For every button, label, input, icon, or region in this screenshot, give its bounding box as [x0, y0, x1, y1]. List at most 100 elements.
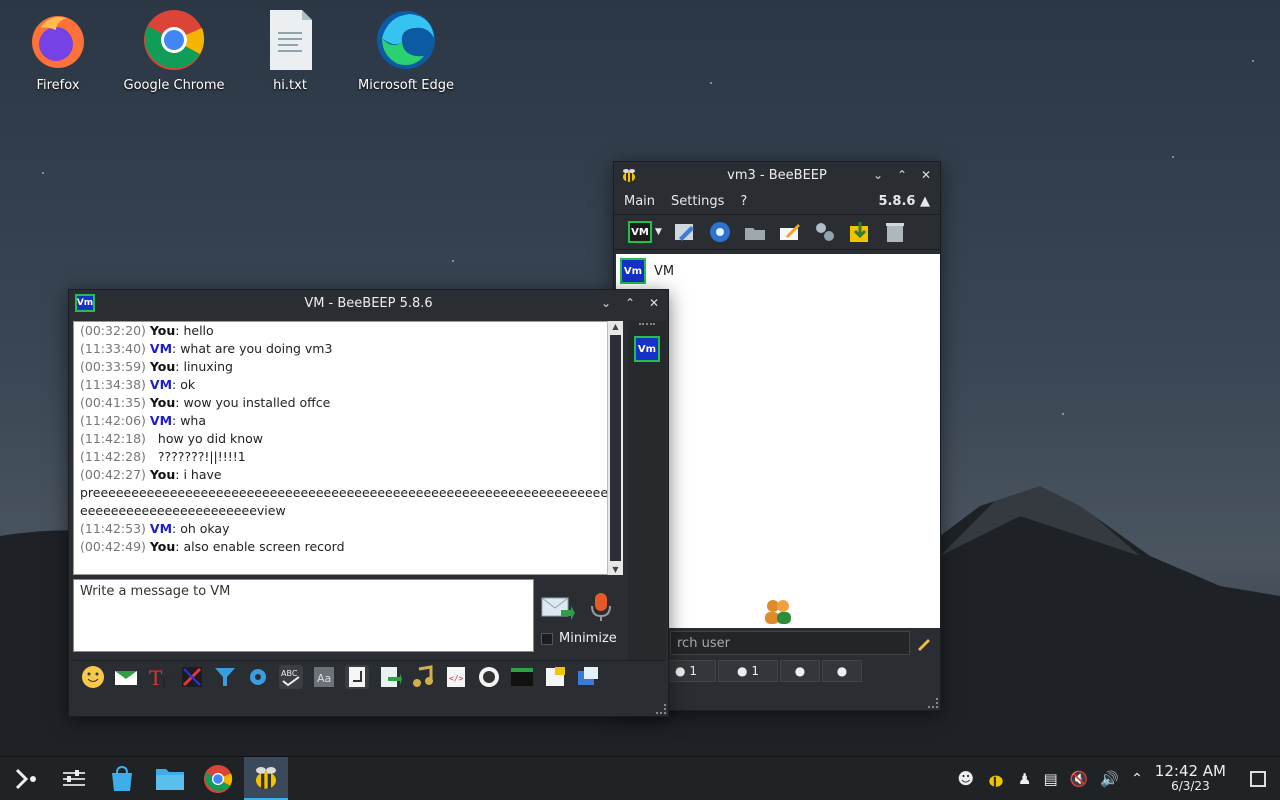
- message-sender: You: [149, 323, 176, 338]
- message-text: : hello: [175, 323, 214, 338]
- filter-icon[interactable]: [213, 665, 237, 689]
- desktop-icon-chrome[interactable]: Google Chrome: [116, 8, 232, 93]
- microphone-icon[interactable]: [589, 592, 613, 622]
- desktop-icon-label: Microsoft Edge: [357, 78, 454, 93]
- chat-message: (00:42:49) You: also enable screen recor…: [80, 538, 616, 556]
- minimize-option[interactable]: Minimize: [541, 631, 617, 646]
- menu-help[interactable]: ?: [740, 194, 747, 209]
- svg-text:T: T: [159, 675, 169, 689]
- notes-icon[interactable]: [543, 665, 567, 689]
- tab-chats[interactable]: ● 1: [718, 660, 778, 682]
- spellcheck-icon[interactable]: ABC: [279, 664, 303, 689]
- detach-chat-icon[interactable]: [576, 665, 600, 689]
- chat-message: (11:42:06) VM: wha: [80, 412, 616, 430]
- tab-shares[interactable]: ●: [822, 660, 862, 682]
- message-sender: VM: [149, 521, 173, 536]
- message-text: : oh okay: [172, 521, 230, 536]
- message-sender: You: [149, 359, 176, 374]
- member-avatar[interactable]: Vm: [634, 336, 660, 362]
- user-icon[interactable]: ☻: [957, 769, 974, 788]
- desktop-icon-firefox[interactable]: Firefox: [0, 8, 116, 93]
- clock[interactable]: 12:42 AM 6/3/23: [1155, 763, 1226, 794]
- save-chat-icon[interactable]: [378, 665, 402, 689]
- plugins-icon[interactable]: [813, 220, 837, 244]
- screenshot-icon[interactable]: [477, 665, 501, 689]
- chevron-up-icon[interactable]: ⌃: [1131, 771, 1143, 787]
- trash-icon[interactable]: [883, 220, 907, 244]
- music-icon[interactable]: [411, 664, 435, 689]
- scroll-down-icon[interactable]: ▼: [608, 565, 623, 574]
- avatar: Vm: [620, 258, 646, 284]
- chat-message: (11:34:38) VM: ok: [80, 376, 616, 394]
- send-icon[interactable]: [541, 594, 575, 622]
- message-text: eeeeeeeeeeeeeeeeeeeeeeeview: [80, 503, 286, 518]
- close-icon[interactable]: ✕: [646, 295, 662, 311]
- tab-chats-count: 1: [751, 664, 760, 678]
- emoticon-icon[interactable]: [81, 665, 105, 689]
- version-number: 5.8.6: [878, 193, 916, 209]
- html-icon[interactable]: </>: [444, 665, 468, 689]
- minimize-checkbox[interactable]: [541, 632, 553, 645]
- svg-text:</>: </>: [449, 674, 464, 683]
- minimize-icon[interactable]: ⌄: [870, 167, 886, 183]
- groups-tab-icon: ●: [794, 664, 806, 678]
- chat-titlebar[interactable]: Vm VM - BeeBEEP 5.8.6 ⌄ ⌃ ✕: [69, 290, 668, 316]
- maximize-icon[interactable]: ⌃: [622, 295, 638, 311]
- menu-main[interactable]: Main: [624, 194, 655, 209]
- show-desktop-icon[interactable]: [1250, 770, 1266, 787]
- status-menu-button[interactable]: VM: [628, 221, 652, 243]
- chat-scrollbar[interactable]: ▲ ▼: [607, 321, 623, 575]
- accounts-icon[interactable]: ♟: [1018, 770, 1031, 788]
- main-titlebar[interactable]: vm3 - BeeBEEP ⌄ ⌃ ✕: [614, 162, 940, 188]
- chrome-icon: [144, 10, 205, 70]
- download-folder-icon[interactable]: [848, 220, 872, 244]
- volume-icon[interactable]: 🔊: [1100, 770, 1119, 788]
- close-icon[interactable]: ✕: [918, 167, 934, 183]
- message-placeholder: Write a message to VM: [80, 584, 231, 599]
- network-icon[interactable]: [708, 220, 732, 244]
- taskbar-files[interactable]: [148, 757, 192, 800]
- muted-speaker-icon[interactable]: 🔇: [1070, 770, 1089, 788]
- taskbar-discover[interactable]: [100, 757, 144, 800]
- message-input[interactable]: Write a message to VM: [73, 579, 534, 652]
- enter-key-icon[interactable]: [345, 664, 369, 689]
- scroll-thumb[interactable]: [610, 335, 621, 561]
- share-folder-icon[interactable]: [743, 220, 767, 244]
- terminal-icon[interactable]: [510, 665, 534, 689]
- chevron-down-icon[interactable]: ▼: [655, 227, 662, 237]
- resize-grip[interactable]: [928, 698, 938, 708]
- message-time: (11:33:40): [80, 341, 146, 356]
- message-time: (00:42:27): [80, 467, 146, 482]
- taskbar-settings[interactable]: [52, 757, 96, 800]
- chat-tab-icon: ●: [736, 664, 748, 678]
- users-group-icon: [765, 600, 791, 624]
- font-size-icon[interactable]: Aa: [312, 665, 336, 689]
- taskbar-chrome[interactable]: [196, 757, 240, 800]
- search-user-input[interactable]: rch user: [670, 631, 910, 655]
- color-icon[interactable]: [180, 665, 204, 689]
- resize-grip[interactable]: [656, 704, 666, 714]
- bee-tray-icon[interactable]: [986, 769, 1006, 789]
- edit-profile-icon[interactable]: [673, 220, 697, 244]
- clock-date: 6/3/23: [1171, 778, 1210, 793]
- message-text: : what are you doing vm3: [172, 341, 333, 356]
- taskbar-beebeep[interactable]: [244, 756, 288, 800]
- minimize-icon[interactable]: ⌄: [598, 295, 614, 311]
- desktop-icon-hi-txt[interactable]: hi.txt: [232, 8, 348, 93]
- font-icon[interactable]: TT: [147, 665, 171, 689]
- scroll-up-icon[interactable]: ▲: [608, 322, 623, 331]
- application-launcher[interactable]: [4, 757, 48, 800]
- clear-search-icon[interactable]: [914, 633, 934, 653]
- write-message-icon[interactable]: [778, 220, 802, 244]
- tab-groups[interactable]: ●: [780, 660, 820, 682]
- settings-gear-icon[interactable]: [246, 665, 270, 689]
- clipboard-icon[interactable]: ▤: [1044, 770, 1058, 788]
- user-row[interactable]: Vm VM: [616, 254, 940, 288]
- menu-settings[interactable]: Settings: [671, 194, 724, 209]
- desktop-icon-edge[interactable]: Microsoft Edge: [348, 8, 464, 93]
- message-time: (11:42:28): [80, 449, 146, 464]
- maximize-icon[interactable]: ⌃: [894, 167, 910, 183]
- text-file-icon: [270, 10, 312, 70]
- taskbar: ☻ ♟ ▤ 🔇 🔊 ⌃ 12:42 AM 6/3/23: [0, 756, 1280, 800]
- send-file-icon[interactable]: [114, 665, 138, 689]
